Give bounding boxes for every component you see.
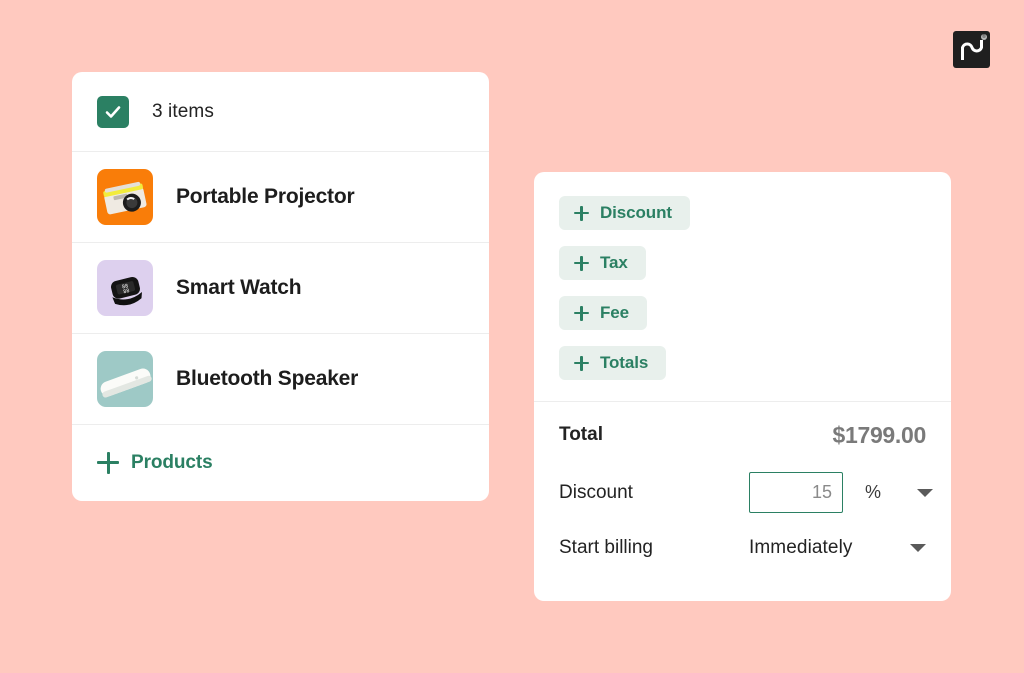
- product-name: Smart Watch: [176, 275, 302, 299]
- portable-projector-thumbnail: [97, 168, 153, 225]
- add-products-button[interactable]: Products: [97, 451, 213, 474]
- plus-icon: [574, 355, 589, 371]
- products-card: 3 items Portable Projector 88 88 Smart W…: [72, 72, 489, 501]
- pricing-summary: Total $1799.00 Discount % Start billing …: [534, 402, 951, 575]
- product-name: Portable Projector: [176, 184, 355, 208]
- registered-mark-icon: ®: [981, 34, 987, 40]
- chip-row: Totals: [559, 346, 951, 396]
- items-count-label: 3 items: [152, 100, 214, 122]
- pricing-card: Discount Tax Fee Totals Total $1799.00 D…: [534, 172, 951, 601]
- smart-watch-thumbnail: 88 88: [97, 259, 153, 316]
- chip-label: Totals: [600, 353, 649, 372]
- product-row[interactable]: Portable Projector: [72, 151, 489, 242]
- products-header-row: 3 items: [72, 72, 489, 151]
- product-row[interactable]: 88 88 Smart Watch: [72, 242, 489, 333]
- add-products-row[interactable]: Products: [72, 424, 489, 501]
- bluetooth-speaker-thumbnail: [97, 350, 153, 407]
- pandadoc-logo: ®: [953, 31, 990, 68]
- discount-input[interactable]: [749, 472, 843, 513]
- product-row[interactable]: Bluetooth Speaker: [72, 333, 489, 424]
- chip-label: Fee: [600, 303, 629, 322]
- chip-row: Fee: [559, 296, 951, 346]
- chip-label: Discount: [600, 203, 672, 222]
- start-billing-row: Start billing Immediately: [559, 520, 926, 575]
- plus-icon: [574, 205, 589, 221]
- discount-label: Discount: [559, 481, 633, 503]
- add-fee-chip[interactable]: Fee: [559, 296, 647, 330]
- chip-label: Tax: [600, 253, 628, 272]
- discount-unit-label: %: [865, 482, 882, 502]
- add-discount-chip[interactable]: Discount: [559, 196, 690, 230]
- add-totals-chip[interactable]: Totals: [559, 346, 667, 380]
- plus-icon: [574, 305, 589, 321]
- product-name: Bluetooth Speaker: [176, 366, 359, 390]
- chip-row: Discount: [559, 196, 951, 246]
- add-tax-chip[interactable]: Tax: [559, 246, 646, 280]
- total-value: $1799.00: [832, 421, 926, 448]
- total-label: Total: [559, 424, 603, 445]
- chip-row: Tax: [559, 246, 951, 296]
- chevron-down-icon[interactable]: [917, 488, 933, 497]
- plus-icon: [97, 451, 119, 474]
- discount-row: Discount %: [559, 465, 933, 520]
- start-billing-value[interactable]: Immediately: [749, 537, 853, 559]
- checkmark-icon: [105, 105, 121, 118]
- select-all-checkbox[interactable]: [97, 95, 129, 128]
- plus-icon: [574, 255, 589, 271]
- start-billing-label: Start billing: [559, 536, 653, 558]
- total-row: Total $1799.00: [559, 405, 926, 465]
- pricing-chip-list: Discount Tax Fee Totals: [534, 172, 951, 396]
- chevron-down-icon[interactable]: [910, 543, 926, 552]
- add-products-label: Products: [131, 451, 213, 473]
